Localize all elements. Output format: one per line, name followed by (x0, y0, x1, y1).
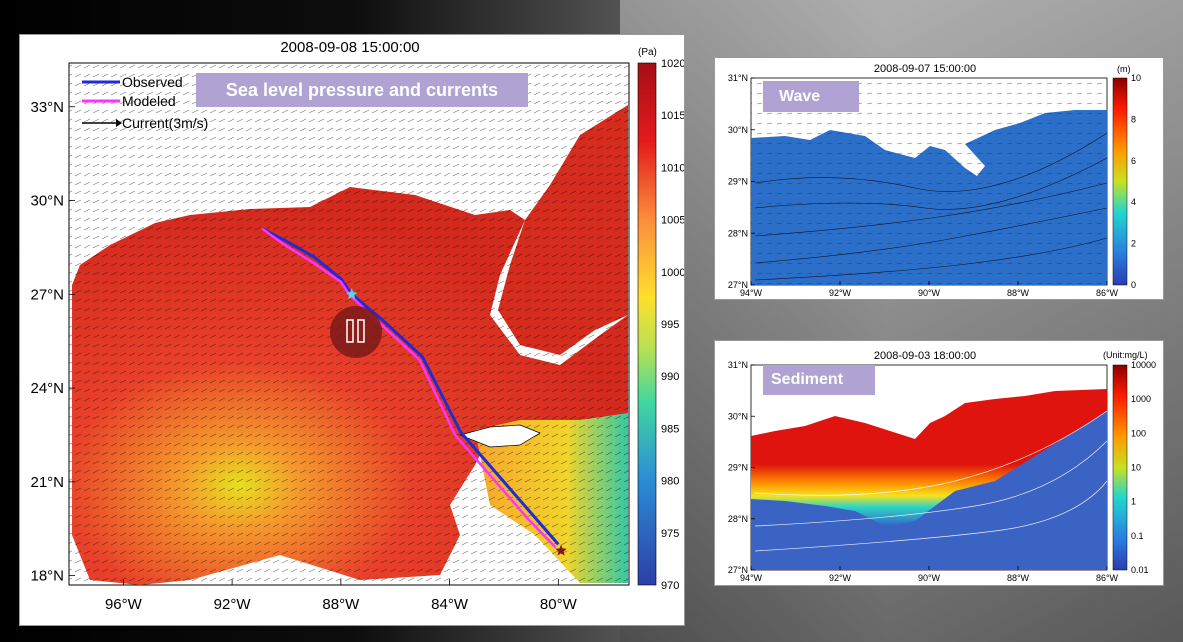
wave-title-box: Wave (763, 81, 859, 112)
sed-colorbar-ticks: 10000 1000 100 10 1 0.1 0.01 (1131, 360, 1156, 575)
small-x-tick-label: 90°W (918, 288, 941, 298)
colorbar-tick-label: 995 (661, 319, 679, 331)
legend-observed: Observed (122, 74, 183, 90)
small-colorbar-tick-label: 0.01 (1131, 565, 1149, 575)
main-title-box: Sea level pressure and currents (196, 73, 528, 107)
colorbar-tick-label: 985 (661, 423, 679, 435)
colorbar-tick-label: 1010 (661, 162, 684, 174)
main-title: Sea level pressure and currents (225, 79, 499, 100)
main-timestamp: 2008-09-08 15:00:00 (280, 39, 419, 56)
small-y-tick-label: 28°N (728, 228, 748, 238)
sed-colorbar (1112, 364, 1128, 571)
small-colorbar-tick-label: 0.1 (1131, 531, 1144, 541)
legend-modeled: Modeled (122, 93, 176, 109)
small-y-tick-label: 27°N (728, 280, 748, 290)
main-colorbar-unit: (Pa) (638, 47, 657, 58)
y-tick-label: 27°N (30, 286, 64, 303)
small-y-tick-label: 29°N (728, 177, 748, 187)
wave-title: Wave (779, 87, 821, 105)
pressure-currents-panel: 2008-09-08 15:00:00 Observed Modeled Cur… (19, 34, 685, 626)
small-x-tick-label: 92°W (829, 288, 852, 298)
y-tick-label: 18°N (30, 568, 64, 585)
sed-timestamp: 2008-09-03 18:00:00 (874, 350, 976, 362)
y-tick-label: 24°N (30, 380, 64, 397)
x-tick-label: 84°W (431, 596, 469, 613)
colorbar-tick-label: 1020 (661, 58, 684, 70)
small-x-tick-label: 92°W (829, 573, 852, 583)
small-y-tick-label: 30°N (728, 125, 748, 135)
colorbar-tick-label: 1005 (661, 215, 684, 227)
small-y-tick-label: 27°N (728, 565, 748, 575)
pressure-map-svg: 2008-09-08 15:00:00 Observed Modeled Cur… (30, 39, 685, 613)
small-x-tick-label: 86°W (1096, 573, 1119, 583)
colorbar-tick-label: 980 (661, 476, 679, 488)
x-tick-label: 80°W (540, 596, 578, 613)
pause-button[interactable] (330, 306, 382, 358)
wave-panel: 2008-09-07 15:00:00 94°W 92°W 90°W 88°W 86°W… (714, 57, 1164, 300)
wave-timestamp: 2008-09-07 15:00:00 (874, 63, 976, 75)
sed-title: Sediment (771, 371, 844, 388)
small-y-tick-label: 31°N (728, 360, 748, 370)
small-x-tick-label: 88°W (1007, 573, 1030, 583)
small-colorbar-tick-label: 0 (1131, 280, 1136, 290)
small-x-tick-label: 86°W (1096, 288, 1119, 298)
y-tick-label: 30°N (30, 193, 64, 210)
small-colorbar-tick-label: 10 (1131, 463, 1141, 473)
small-x-tick-label: 90°W (918, 573, 941, 583)
sediment-panel: 2008-09-03 18:00:00 94°W 92°W 90°W 88°W 86°W… (714, 340, 1164, 586)
small-x-tick-label: 88°W (1007, 288, 1030, 298)
colorbar-tick-label: 975 (661, 528, 679, 540)
small-colorbar-tick-label: 1000 (1131, 394, 1151, 404)
small-colorbar-tick-label: 2 (1131, 239, 1136, 249)
small-y-tick-label: 28°N (728, 514, 748, 524)
small-y-tick-label: 29°N (728, 463, 748, 473)
small-colorbar-tick-label: 100 (1131, 428, 1146, 438)
small-y-tick-label: 30°N (728, 411, 748, 421)
sed-title-box: Sediment (763, 365, 875, 395)
y-tick-label: 21°N (30, 474, 64, 491)
legend-current: Current(3m/s) (122, 115, 208, 131)
x-tick-label: 88°W (322, 596, 360, 613)
wave-colorbar (1112, 77, 1128, 286)
y-axis-ticks: 33°N 30°N 27°N 24°N 21°N 18°N (30, 99, 75, 585)
wave-colorbar-unit: (m) (1117, 64, 1131, 74)
wave-colorbar-ticks: 10 8 6 4 2 0 (1131, 73, 1141, 290)
y-tick-label: 33°N (30, 99, 64, 116)
pressure-colorbar (637, 62, 657, 586)
small-y-tick-label: 31°N (728, 73, 748, 83)
colorbar-ticks: 1020 1015 1010 1005 1000 995 990 985 980 975 970 (661, 58, 685, 592)
small-colorbar-tick-label: 1 (1131, 497, 1136, 507)
sed-colorbar-unit: (Unit:mg/L) (1103, 350, 1148, 360)
colorbar-tick-label: 990 (661, 371, 679, 383)
small-colorbar-tick-label: 8 (1131, 114, 1136, 124)
small-colorbar-tick-label: 6 (1131, 156, 1136, 166)
small-colorbar-tick-label: 10000 (1131, 360, 1156, 370)
colorbar-tick-label: 1015 (661, 110, 684, 122)
x-tick-label: 96°W (105, 596, 143, 613)
small-colorbar-tick-label: 4 (1131, 197, 1136, 207)
small-colorbar-tick-label: 10 (1131, 73, 1141, 83)
colorbar-tick-label: 970 (661, 580, 679, 592)
colorbar-tick-label: 1000 (661, 267, 684, 279)
x-tick-label: 92°W (214, 596, 252, 613)
